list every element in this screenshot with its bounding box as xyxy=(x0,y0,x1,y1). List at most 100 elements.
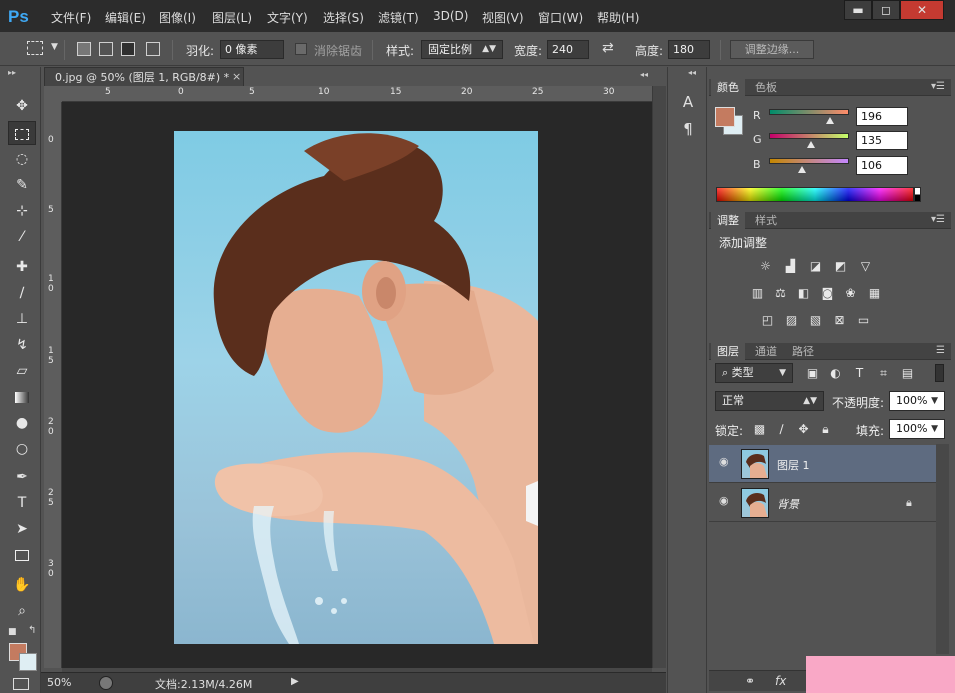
menu-3d[interactable]: 3D(D) xyxy=(433,9,468,23)
layer-name[interactable]: 图层 1 xyxy=(777,457,810,473)
panel-collapse-icon[interactable]: ◂◂ xyxy=(688,68,696,77)
panel-menu-icon[interactable]: ☰ xyxy=(936,345,945,356)
blur-tool-icon[interactable]: ● xyxy=(8,411,36,435)
stamp-tool-icon[interactable]: ⊥ xyxy=(8,307,36,331)
move-tool-icon[interactable]: ✥ xyxy=(8,94,36,118)
marquee-preset-icon[interactable] xyxy=(27,41,43,55)
swap-colors-icon[interactable]: ↰ xyxy=(28,625,36,636)
tab-swatches[interactable]: 色板 xyxy=(749,79,783,96)
style-select[interactable]: 固定比例 ▲▼ xyxy=(421,40,503,59)
tab-styles[interactable]: 样式 xyxy=(749,212,783,229)
close-icon[interactable]: × xyxy=(232,70,241,83)
black-white-icon[interactable]: ◧ xyxy=(795,286,812,301)
red-slider-thumb[interactable] xyxy=(826,117,835,124)
photo-filter-icon[interactable]: ◙ xyxy=(819,286,836,301)
smart-object-filter-icon[interactable]: ▤ xyxy=(899,366,916,381)
color-spectrum-bar[interactable] xyxy=(716,187,914,202)
hue-saturation-icon[interactable]: ▥ xyxy=(749,286,766,301)
lock-all-icon[interactable]: 🔒︎ xyxy=(817,422,834,437)
menu-edit[interactable]: 编辑(E) xyxy=(105,9,146,26)
background-color-swatch[interactable] xyxy=(19,653,37,671)
filter-toggle-switch[interactable] xyxy=(935,364,944,382)
menu-type[interactable]: 文字(Y) xyxy=(267,9,308,26)
panel-collapse-icon[interactable]: ▸▸ xyxy=(8,68,16,77)
brush-tool-icon[interactable]: ∕ xyxy=(8,281,36,305)
type-tool-icon[interactable]: T xyxy=(8,491,36,515)
dodge-tool-icon[interactable]: ○ xyxy=(8,437,36,461)
add-to-selection-icon[interactable] xyxy=(99,42,113,56)
minimize-button[interactable]: ▬ xyxy=(844,0,872,20)
quick-mask-icon[interactable] xyxy=(13,678,29,690)
width-input[interactable]: 240 xyxy=(547,40,589,59)
antialias-checkbox[interactable] xyxy=(295,43,307,55)
layers-scrollbar[interactable] xyxy=(936,444,949,654)
tab-layers[interactable]: 图层 xyxy=(711,343,745,360)
brightness-icon[interactable]: ☼ xyxy=(757,259,774,274)
feather-input[interactable]: 0 像素 xyxy=(220,40,284,59)
menu-filter[interactable]: 滤镜(T) xyxy=(378,9,419,26)
lock-pixels-icon[interactable]: ∕ xyxy=(773,422,790,437)
document-tab[interactable]: 0.jpg @ 50% (图层 1, RGB/8#) * xyxy=(44,67,244,87)
panel-collapse-icon[interactable]: ◂◂ xyxy=(640,70,648,79)
history-brush-tool-icon[interactable]: ↯ xyxy=(8,333,36,357)
shape-tool-icon[interactable] xyxy=(8,543,36,567)
status-options-icon[interactable] xyxy=(99,676,113,690)
layer-row[interactable]: ◉ 图层 1 xyxy=(709,445,936,483)
layer-filter-select[interactable]: ⌕ 类型 ▼ xyxy=(715,363,793,383)
path-select-tool-icon[interactable]: ➤ xyxy=(8,517,36,541)
curves-icon[interactable]: ◪ xyxy=(807,259,824,274)
gradient-tool-icon[interactable] xyxy=(8,385,36,409)
menu-image[interactable]: 图像(I) xyxy=(159,9,196,26)
menu-file[interactable]: 文件(F) xyxy=(51,9,91,26)
eyedropper-tool-icon[interactable]: ⁄ xyxy=(8,225,36,249)
exposure-icon[interactable]: ◩ xyxy=(832,259,849,274)
crop-tool-icon[interactable]: ⊹ xyxy=(8,199,36,223)
menu-select[interactable]: 选择(S) xyxy=(323,9,364,26)
threshold-icon[interactable]: ▧ xyxy=(807,313,824,328)
intersect-selection-icon[interactable] xyxy=(146,42,160,56)
zoom-level[interactable]: 50% xyxy=(47,676,71,689)
menu-view[interactable]: 视图(V) xyxy=(482,9,524,26)
pen-tool-icon[interactable]: ✒ xyxy=(8,465,36,489)
blue-slider[interactable] xyxy=(769,158,849,164)
color-balance-icon[interactable]: ⚖ xyxy=(772,286,789,301)
selective-color-icon[interactable]: ⊠ xyxy=(831,313,848,328)
default-colors-icon[interactable]: ■ xyxy=(8,627,17,637)
panel-menu-icon[interactable]: ▾☰ xyxy=(931,214,945,225)
black-white-swatch[interactable] xyxy=(914,187,921,202)
gradient-map-icon[interactable]: ▭ xyxy=(855,313,872,328)
close-window-button[interactable]: ✕ xyxy=(900,0,944,20)
menu-layer[interactable]: 图层(L) xyxy=(212,9,252,26)
hand-tool-icon[interactable]: ✋ xyxy=(8,573,36,597)
lock-position-icon[interactable]: ✥ xyxy=(795,422,812,437)
panel-menu-icon[interactable]: ▾☰ xyxy=(931,81,945,92)
green-slider-thumb[interactable] xyxy=(807,141,816,148)
zoom-tool-icon[interactable]: ⌕ xyxy=(8,599,36,623)
restore-button[interactable]: ◻ xyxy=(872,0,900,20)
tab-adjustments[interactable]: 调整 xyxy=(711,212,745,229)
height-input[interactable]: 180 xyxy=(668,40,710,59)
levels-icon[interactable]: ▟ xyxy=(782,259,799,274)
eye-icon[interactable]: ◉ xyxy=(719,495,733,506)
lock-transparency-icon[interactable]: ▩ xyxy=(751,422,768,437)
pixel-layer-filter-icon[interactable]: ▣ xyxy=(804,366,821,381)
layer-name[interactable]: 背景 xyxy=(777,496,799,512)
subtract-selection-icon[interactable] xyxy=(121,42,135,56)
new-selection-icon[interactable] xyxy=(77,42,91,56)
link-layers-icon[interactable]: ⚭ xyxy=(745,674,755,688)
tab-channels[interactable]: 通道 xyxy=(749,343,783,360)
chevron-down-icon[interactable]: ▼ xyxy=(51,42,58,52)
vibrance-icon[interactable]: ▽ xyxy=(857,259,874,274)
menu-help[interactable]: 帮助(H) xyxy=(597,9,639,26)
channel-mixer-icon[interactable]: ❀ xyxy=(842,286,859,301)
healing-brush-tool-icon[interactable]: ✚ xyxy=(8,255,36,279)
horizontal-ruler[interactable]: 5 0 5 10 15 20 25 30 xyxy=(62,86,652,102)
color-lookup-icon[interactable]: ▦ xyxy=(866,286,883,301)
tab-color[interactable]: 颜色 xyxy=(711,79,745,96)
panel-foreground-swatch[interactable] xyxy=(715,107,735,127)
red-slider[interactable] xyxy=(769,109,849,115)
swap-dimensions-icon[interactable]: ⇄ xyxy=(602,40,614,56)
paragraph-panel-icon[interactable]: ¶ xyxy=(678,119,698,139)
type-layer-filter-icon[interactable]: T xyxy=(851,366,868,381)
opacity-input[interactable]: 100% ▼ xyxy=(889,391,945,411)
